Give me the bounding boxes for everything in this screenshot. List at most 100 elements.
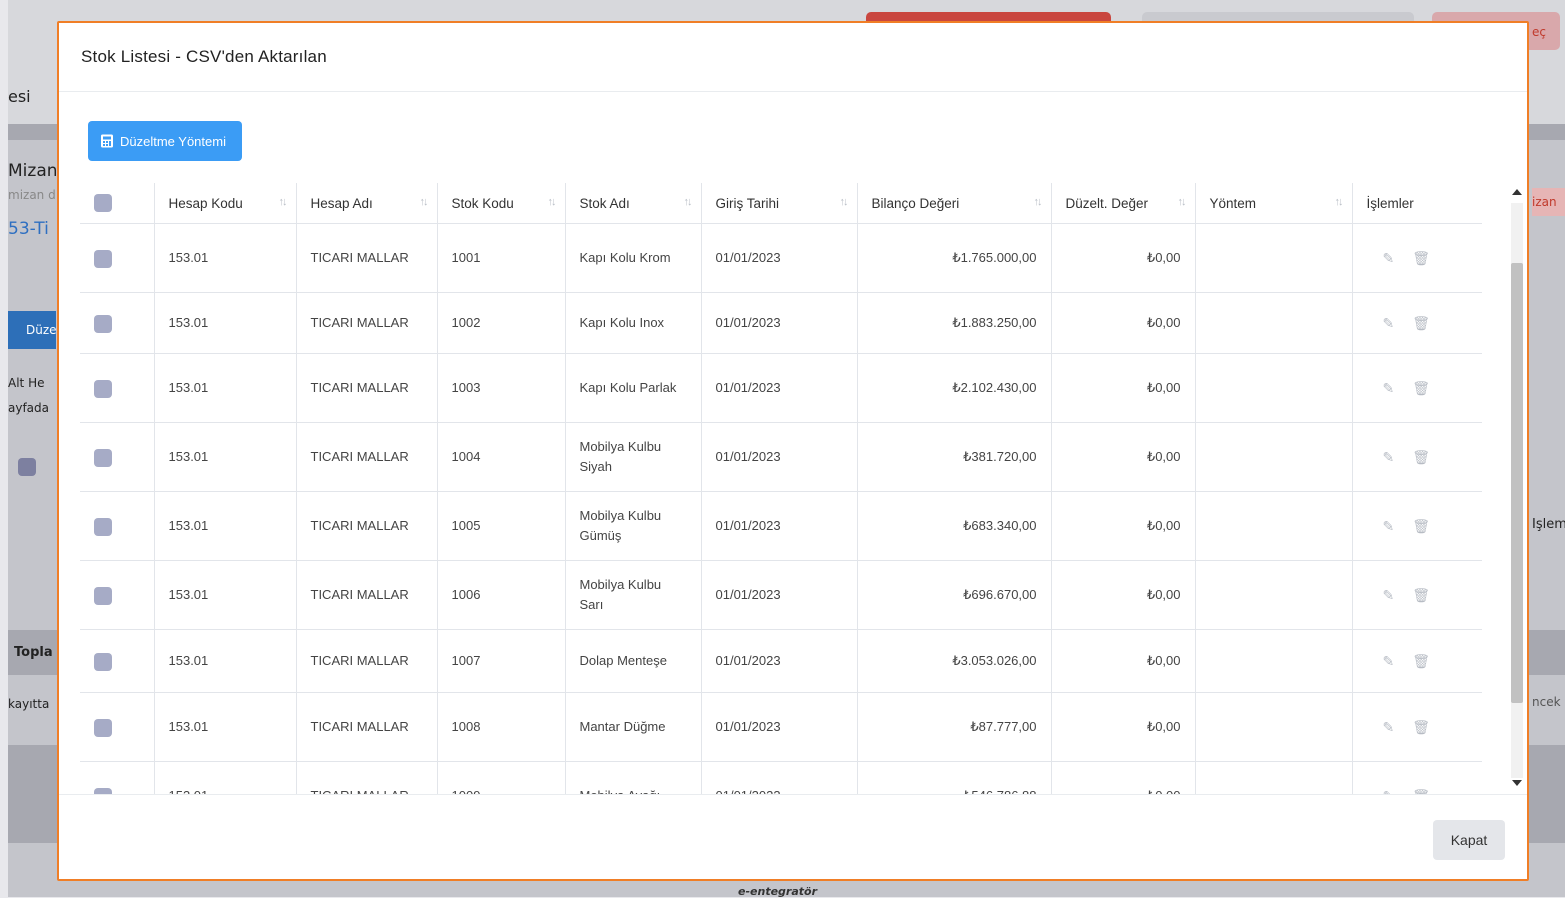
cell-hesap-kodu: 153.01 [154, 223, 297, 293]
cell-duzelt-deger: ₺0,00 [1051, 692, 1196, 762]
row-checkbox[interactable] [94, 448, 112, 467]
table-row[interactable]: 153.01 TICARI MALLAR 1002 Kapı Kolu Inox 01/… [80, 292, 1482, 354]
select-all-checkbox[interactable] [94, 194, 112, 212]
table-row[interactable]: 153.01 TICARI MALLAR 1007 Dolap Menteşe 01/0… [80, 629, 1482, 693]
stock-table-container[interactable]: Hesap Kodu ↑↓ Hesap Adı ↑↓ Stok Kodu ↑↓ Sto… [80, 183, 1524, 794]
cell-islemler: ✎🗑 [1352, 629, 1482, 693]
sort-icon[interactable]: ↑↓ [1034, 196, 1043, 208]
cell-stok-kodu: 1002 [437, 292, 566, 354]
trash-icon[interactable]: 🗑 [1412, 585, 1430, 605]
cell-stok-kodu: 1008 [437, 692, 566, 762]
bg-alt-hesap: Alt He [8, 376, 45, 390]
table-row[interactable]: 153.01 TICARI MALLAR 1003 Kapı Kolu Parlak 0… [80, 353, 1482, 423]
cell-giris-tarihi: 01/01/2023 [701, 422, 858, 492]
cell-hesap-adi: TICARI MALLAR [296, 422, 438, 492]
cell-giris-tarihi: 01/01/2023 [701, 223, 858, 293]
table-header-row: Hesap Kodu ↑↓ Hesap Adı ↑↓ Stok Kodu ↑↓ Sto… [80, 183, 1482, 224]
trash-icon[interactable]: 🗑 [1412, 313, 1430, 333]
trash-icon[interactable]: 🗑 [1412, 786, 1430, 795]
header-giris-tarihi[interactable]: Giriş Tarihi ↑↓ [701, 183, 858, 224]
cell-stok-kodu: 1007 [437, 629, 566, 693]
table-row[interactable]: 153.01 TICARI MALLAR 1001 Kapı Kolu Krom 01/… [80, 223, 1482, 293]
cell-bilanco-degeri: ₺1.883.250,00 [857, 292, 1052, 354]
calculator-icon [101, 134, 113, 148]
scrollbar-thumb[interactable] [1511, 263, 1523, 703]
cell-bilanco-degeri: ₺87.777,00 [857, 692, 1052, 762]
pencil-icon[interactable]: ✎ [1383, 651, 1395, 671]
pencil-icon[interactable]: ✎ [1383, 585, 1395, 605]
correction-method-button[interactable]: Düzeltme Yöntemi [88, 121, 242, 161]
row-checkbox[interactable] [94, 249, 112, 268]
header-hesap-kodu[interactable]: Hesap Kodu ↑↓ [154, 183, 297, 224]
cell-bilanco-degeri: ₺546.786,88 [857, 761, 1052, 794]
pencil-icon[interactable]: ✎ [1383, 786, 1395, 795]
cell-duzelt-deger: ₺0,00 [1051, 223, 1196, 293]
pencil-icon[interactable]: ✎ [1383, 717, 1395, 737]
trash-icon[interactable]: 🗑 [1412, 651, 1430, 671]
cell-giris-tarihi: 01/01/2023 [701, 761, 858, 794]
header-bilanco-degeri[interactable]: Bilanço Değeri ↑↓ [857, 183, 1052, 224]
close-button[interactable]: Kapat [1433, 820, 1505, 860]
trash-icon[interactable]: 🗑 [1412, 516, 1430, 536]
table-row[interactable]: 153.01 TICARI MALLAR 1004 Mobilya Kulbu Siy… [80, 422, 1482, 492]
table-row[interactable]: 153.01 TICARI MALLAR 1008 Mantar Düğme 01/01… [80, 692, 1482, 762]
trash-icon[interactable]: 🗑 [1412, 248, 1430, 268]
row-checkbox[interactable] [94, 379, 112, 398]
cell-giris-tarihi: 01/01/2023 [701, 629, 858, 693]
sort-icon[interactable]: ↑↓ [840, 196, 849, 208]
row-checkbox[interactable] [94, 586, 112, 605]
sort-icon[interactable]: ↑↓ [1178, 196, 1187, 208]
trash-icon[interactable]: 🗑 [1412, 378, 1430, 398]
cell-bilanco-degeri: ₺696.670,00 [857, 560, 1052, 630]
bg-right-gec: eç [1532, 25, 1546, 39]
pencil-icon[interactable]: ✎ [1383, 313, 1395, 333]
trash-icon[interactable]: 🗑 [1412, 447, 1430, 467]
sort-icon[interactable]: ↑↓ [548, 196, 557, 208]
cell-bilanco-degeri: ₺2.102.430,00 [857, 353, 1052, 423]
cell-bilanco-degeri: ₺3.053.026,00 [857, 629, 1052, 693]
header-duzelt-deger[interactable]: Düzelt. Değer ↑↓ [1051, 183, 1196, 224]
pencil-icon[interactable]: ✎ [1383, 378, 1395, 398]
cell-yontem [1195, 422, 1353, 492]
pencil-icon[interactable]: ✎ [1383, 516, 1395, 536]
table-row[interactable]: 153.01 TICARI MALLAR 1006 Mobilya Kulbu Sar… [80, 560, 1482, 630]
row-checkbox-cell [80, 292, 155, 354]
sort-icon[interactable]: ↑↓ [279, 196, 288, 208]
cell-duzelt-deger: ₺0,00 [1051, 761, 1196, 794]
cell-yontem [1195, 292, 1353, 354]
scroll-up-arrow-icon[interactable] [1512, 189, 1522, 195]
pencil-icon[interactable]: ✎ [1383, 248, 1395, 268]
cell-islemler: ✎🗑 [1352, 422, 1482, 492]
sort-icon[interactable]: ↑↓ [420, 196, 429, 208]
table-row[interactable]: 153.01 TICARI MALLAR 1005 Mobilya Kulbu Güm… [80, 491, 1482, 561]
header-stok-kodu[interactable]: Stok Kodu ↑↓ [437, 183, 566, 224]
row-checkbox-cell [80, 692, 155, 762]
bg-right-islem: İşlem [1532, 517, 1565, 532]
row-checkbox[interactable] [94, 718, 112, 737]
pencil-icon[interactable]: ✎ [1383, 447, 1395, 467]
cell-hesap-adi: TICARI MALLAR [296, 761, 438, 794]
bg-toplam: Topla [14, 645, 53, 660]
row-checkbox[interactable] [94, 652, 112, 671]
sort-icon[interactable]: ↑↓ [684, 196, 693, 208]
cell-hesap-adi: TICARI MALLAR [296, 491, 438, 561]
cell-giris-tarihi: 01/01/2023 [701, 292, 858, 354]
cell-yontem [1195, 491, 1353, 561]
sort-icon[interactable]: ↑↓ [1335, 196, 1344, 208]
row-checkbox[interactable] [94, 517, 112, 536]
table-scrollbar[interactable] [1509, 183, 1525, 794]
modal-title: Stok Listesi - CSV'den Aktarılan [81, 47, 327, 66]
cell-hesap-adi: TICARI MALLAR [296, 223, 438, 293]
bg-sayfada: ayfada [8, 401, 50, 415]
header-hesap-adi[interactable]: Hesap Adı ↑↓ [296, 183, 438, 224]
header-yontem[interactable]: Yöntem ↑↓ [1195, 183, 1353, 224]
table-row[interactable]: 153.01TICARI MALLAR1009Mobilya Ayağı01/0… [80, 761, 1482, 795]
cell-hesap-kodu: 153.01 [154, 353, 297, 423]
row-checkbox[interactable] [94, 314, 112, 333]
bg-kayit: kayıtta [8, 697, 50, 711]
cell-duzelt-deger: ₺0,00 [1051, 422, 1196, 492]
trash-icon[interactable]: 🗑 [1412, 717, 1430, 737]
cell-hesap-kodu: 153.01 [154, 629, 297, 693]
header-stok-adi[interactable]: Stok Adı ↑↓ [565, 183, 702, 224]
scroll-down-arrow-icon[interactable] [1512, 780, 1522, 786]
